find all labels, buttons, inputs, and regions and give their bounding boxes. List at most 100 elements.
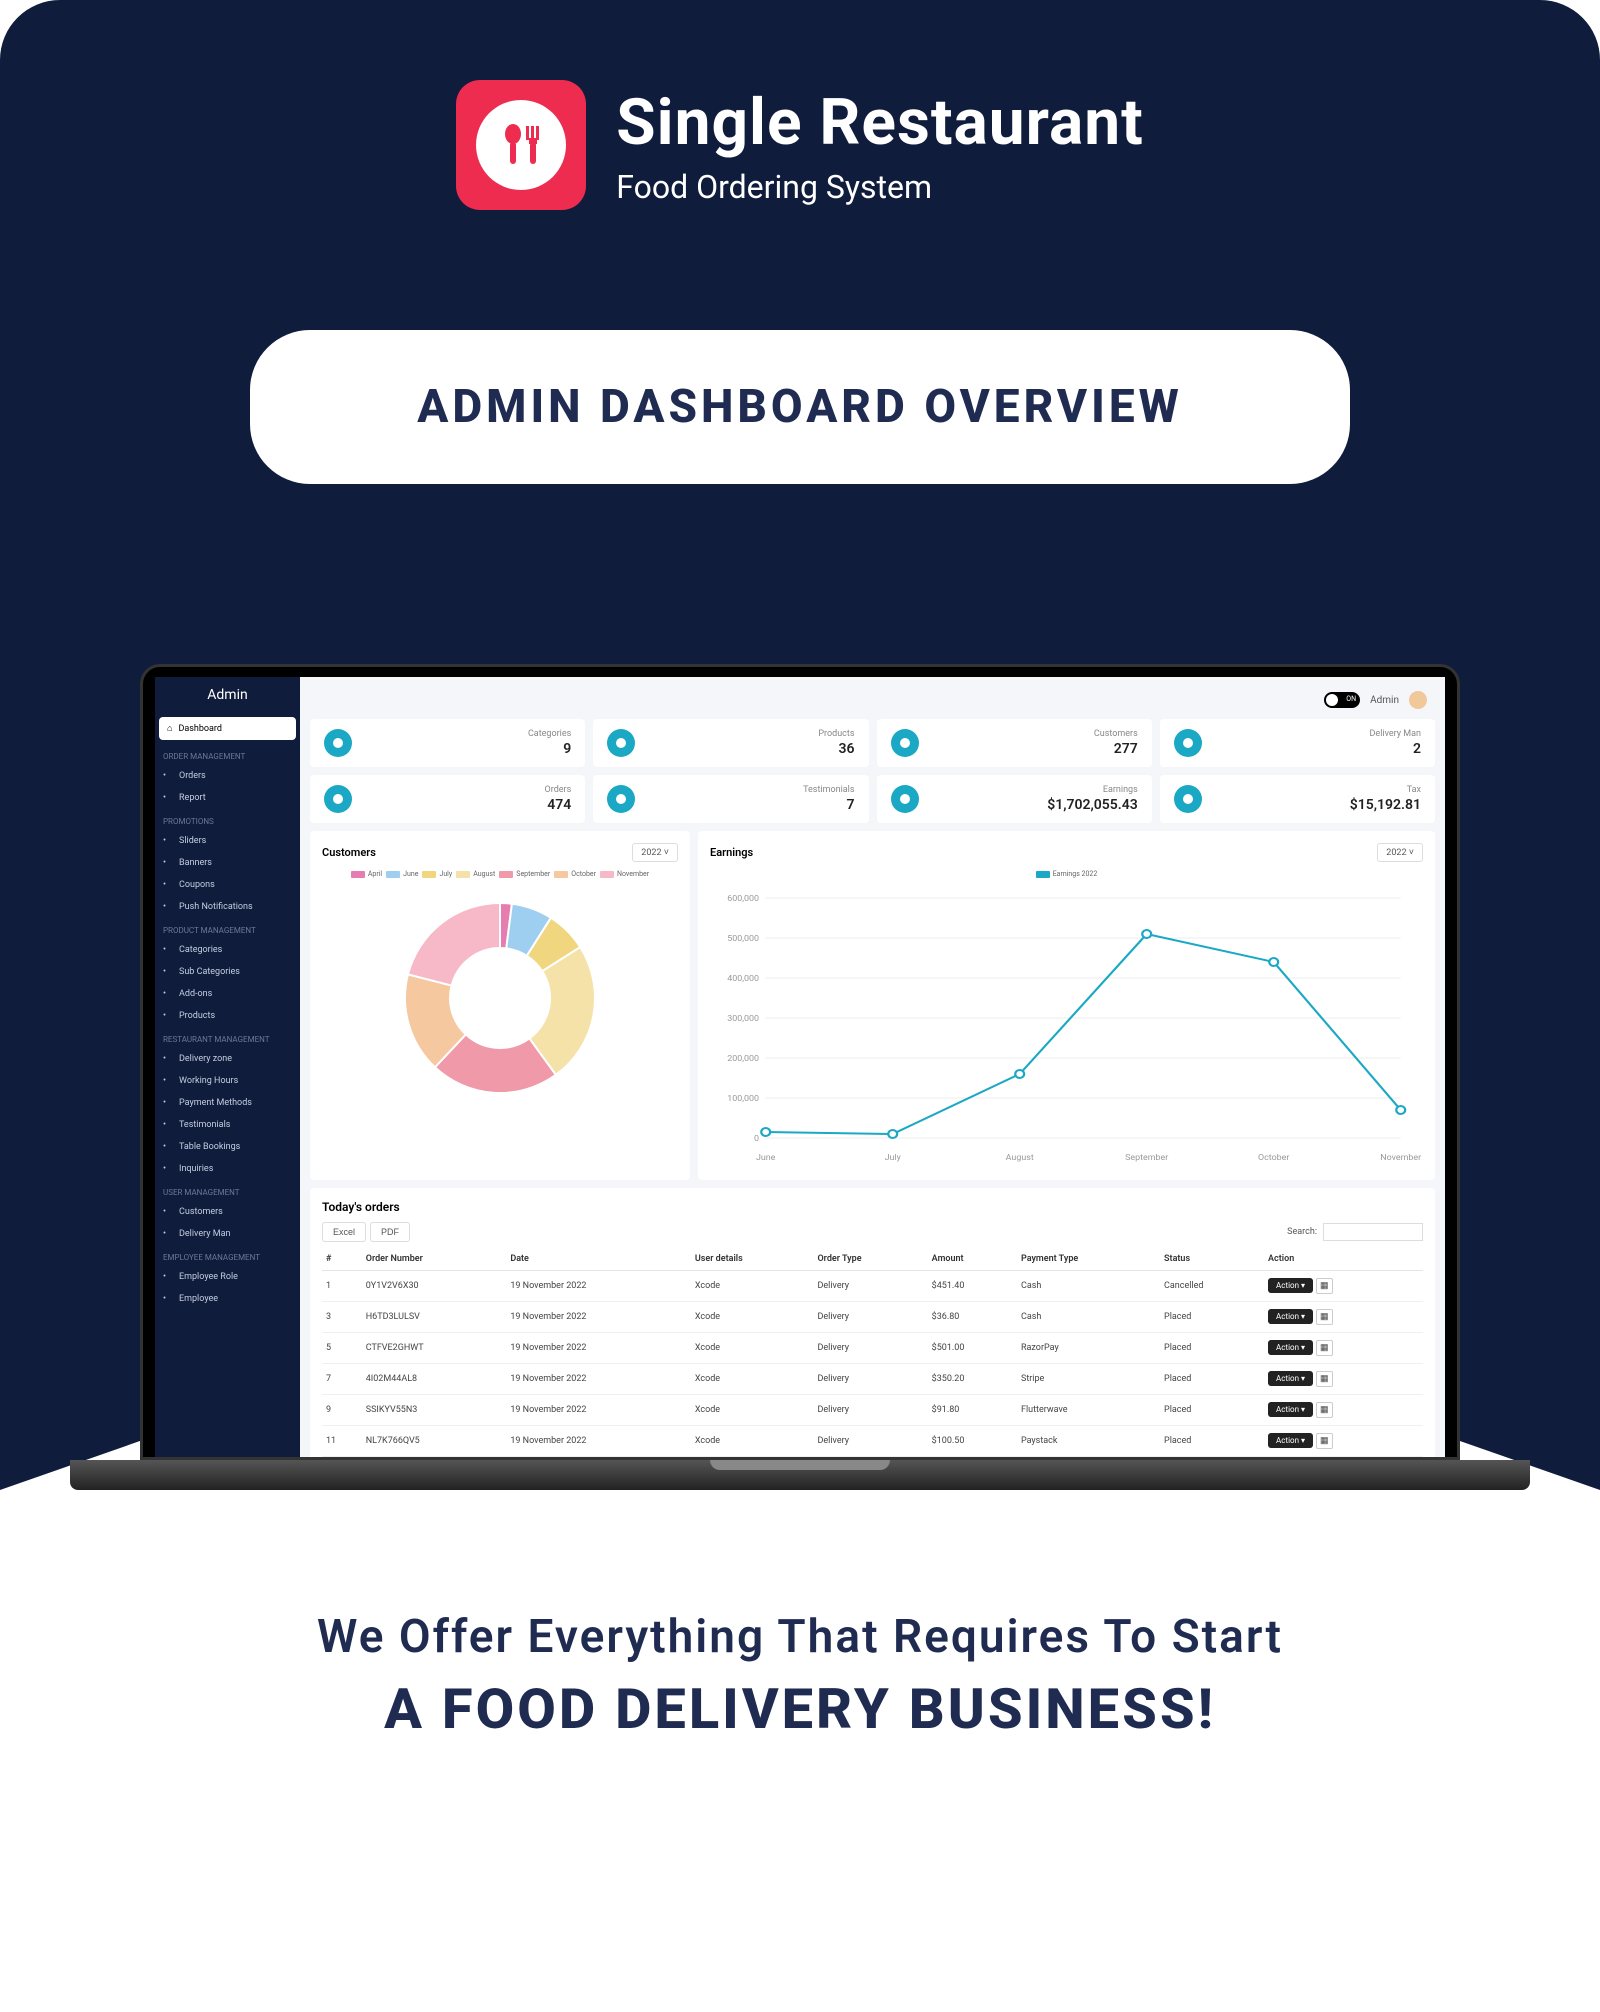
sidebar-item[interactable]: •Table Bookings bbox=[155, 1136, 300, 1158]
export-excel-button[interactable]: Excel bbox=[322, 1222, 366, 1242]
search-input[interactable] bbox=[1323, 1223, 1423, 1241]
detail-icon[interactable]: ▦ bbox=[1316, 1278, 1333, 1294]
theme-toggle[interactable] bbox=[1324, 692, 1360, 708]
stat-card[interactable]: Products36 bbox=[593, 719, 868, 767]
sidebar-item[interactable]: •Coupons bbox=[155, 874, 300, 896]
sidebar-section-heading: ORDER MANAGEMENT bbox=[155, 744, 300, 765]
footer-line2: A FOOD DELIVERY BUSINESS! bbox=[40, 1676, 1560, 1742]
menu-icon: • bbox=[163, 793, 173, 803]
stat-value: 474 bbox=[545, 797, 572, 813]
stat-icon bbox=[891, 729, 919, 757]
detail-icon[interactable]: ▦ bbox=[1316, 1402, 1333, 1418]
sidebar-item[interactable]: •Delivery zone bbox=[155, 1048, 300, 1070]
avatar[interactable] bbox=[1409, 691, 1427, 709]
menu-icon: • bbox=[163, 1272, 173, 1282]
brand-header: Single Restaurant Food Ordering System bbox=[40, 80, 1560, 210]
legend-item: September bbox=[499, 870, 550, 878]
search-label: Search: bbox=[1287, 1227, 1317, 1237]
home-icon: ⌂ bbox=[167, 723, 172, 734]
export-pdf-button[interactable]: PDF bbox=[370, 1222, 410, 1242]
brand-title: Single Restaurant bbox=[616, 85, 1144, 160]
sidebar-item[interactable]: •Push Notifications bbox=[155, 896, 300, 918]
svg-text:July: July bbox=[885, 1153, 901, 1162]
action-button[interactable]: Action ▾ bbox=[1268, 1309, 1313, 1324]
table-row: 74I02M44AL819 November 2022XcodeDelivery… bbox=[322, 1364, 1423, 1395]
table-row: 10Y1V2V6X3019 November 2022XcodeDelivery… bbox=[322, 1271, 1423, 1302]
detail-icon[interactable]: ▦ bbox=[1316, 1340, 1333, 1356]
svg-text:200,000: 200,000 bbox=[727, 1054, 759, 1063]
legend-item: August bbox=[456, 870, 495, 878]
stat-card[interactable]: Testimonials 7 bbox=[593, 775, 868, 823]
svg-text:August: August bbox=[1006, 1153, 1034, 1162]
svg-text:0: 0 bbox=[754, 1134, 759, 1143]
stat-value: $1,702,055.43 bbox=[1047, 797, 1138, 813]
table-column-header[interactable]: Order Number bbox=[362, 1248, 507, 1271]
stat-label: Testimonials bbox=[803, 785, 854, 795]
stat-label: Orders bbox=[545, 785, 572, 795]
main-content: Admin Categories9Products36Customers277D… bbox=[300, 677, 1445, 1457]
sidebar-item[interactable]: •Add-ons bbox=[155, 983, 300, 1005]
action-button[interactable]: Action ▾ bbox=[1268, 1433, 1313, 1448]
legend-item: July bbox=[422, 870, 452, 878]
table-column-header[interactable]: Order Type bbox=[813, 1248, 927, 1271]
action-button[interactable]: Action ▾ bbox=[1268, 1278, 1313, 1293]
detail-icon[interactable]: ▦ bbox=[1316, 1433, 1333, 1449]
sidebar-item[interactable]: •Sliders bbox=[155, 830, 300, 852]
table-column-header[interactable]: Payment Type bbox=[1017, 1248, 1160, 1271]
earnings-year-select[interactable]: 2022 ˅ bbox=[1377, 843, 1423, 862]
user-label[interactable]: Admin bbox=[1370, 695, 1399, 706]
table-column-header[interactable]: User details bbox=[691, 1248, 814, 1271]
sidebar-item[interactable]: •Products bbox=[155, 1005, 300, 1027]
menu-icon: • bbox=[163, 989, 173, 999]
legend-item: October bbox=[554, 870, 596, 878]
sidebar-item[interactable]: •Customers bbox=[155, 1201, 300, 1223]
svg-text:600,000: 600,000 bbox=[727, 894, 759, 903]
sidebar-item-dashboard[interactable]: ⌂ Dashboard bbox=[159, 717, 296, 740]
spoon-fork-icon bbox=[496, 120, 546, 170]
sidebar-item[interactable]: •Employee Role bbox=[155, 1266, 300, 1288]
sidebar-item[interactable]: •Report bbox=[155, 787, 300, 809]
legend-item: April bbox=[351, 870, 382, 878]
table-column-header[interactable]: Status bbox=[1160, 1248, 1264, 1271]
stat-card[interactable]: Delivery Man2 bbox=[1160, 719, 1435, 767]
sidebar-item[interactable]: •Employee bbox=[155, 1288, 300, 1310]
menu-icon: • bbox=[163, 1054, 173, 1064]
stat-card[interactable]: Customers277 bbox=[877, 719, 1152, 767]
detail-icon[interactable]: ▦ bbox=[1316, 1371, 1333, 1387]
action-button[interactable]: Action ▾ bbox=[1268, 1340, 1313, 1355]
menu-icon: • bbox=[163, 945, 173, 955]
table-column-header[interactable]: Amount bbox=[928, 1248, 1017, 1271]
table-column-header[interactable]: # bbox=[322, 1248, 362, 1271]
sidebar-item[interactable]: •Inquiries bbox=[155, 1158, 300, 1180]
orders-table: #Order NumberDateUser detailsOrder TypeA… bbox=[322, 1248, 1423, 1457]
svg-text:300,000: 300,000 bbox=[727, 1014, 759, 1023]
sidebar-item[interactable]: •Testimonials bbox=[155, 1114, 300, 1136]
table-column-header[interactable]: Date bbox=[506, 1248, 691, 1271]
sidebar-item[interactable]: •Sub Categories bbox=[155, 961, 300, 983]
sidebar-item[interactable]: •Categories bbox=[155, 939, 300, 961]
sidebar-active-label: Dashboard bbox=[178, 724, 222, 734]
sidebar-item[interactable]: •Working Hours bbox=[155, 1070, 300, 1092]
stat-card[interactable]: Categories9 bbox=[310, 719, 585, 767]
sidebar-item[interactable]: •Payment Methods bbox=[155, 1092, 300, 1114]
stat-card[interactable]: Orders 474 bbox=[310, 775, 585, 823]
action-button[interactable]: Action ▾ bbox=[1268, 1402, 1313, 1417]
stat-card[interactable]: Tax$15,192.81 bbox=[1160, 775, 1435, 823]
stat-card[interactable]: Earnings$1,702,055.43 bbox=[877, 775, 1152, 823]
sidebar-item[interactable]: •Orders bbox=[155, 765, 300, 787]
menu-icon: • bbox=[163, 1164, 173, 1174]
stat-icon bbox=[1174, 729, 1202, 757]
customers-year-select[interactable]: 2022 ˅ bbox=[632, 843, 678, 862]
sidebar-item[interactable]: •Delivery Man bbox=[155, 1223, 300, 1245]
table-column-header[interactable]: Action bbox=[1264, 1248, 1423, 1271]
stat-icon bbox=[891, 785, 919, 813]
sidebar-section-heading: PRODUCT MANAGEMENT bbox=[155, 918, 300, 939]
sidebar: Admin ⌂ Dashboard ORDER MANAGEMENT•Order… bbox=[155, 677, 300, 1457]
sidebar-item[interactable]: •Banners bbox=[155, 852, 300, 874]
menu-icon: • bbox=[163, 1229, 173, 1239]
detail-icon[interactable]: ▦ bbox=[1316, 1309, 1333, 1325]
stat-value: 7 bbox=[803, 797, 854, 813]
svg-text:October: October bbox=[1258, 1153, 1290, 1162]
table-row: 9SSIKYV55N319 November 2022XcodeDelivery… bbox=[322, 1395, 1423, 1426]
action-button[interactable]: Action ▾ bbox=[1268, 1371, 1313, 1386]
